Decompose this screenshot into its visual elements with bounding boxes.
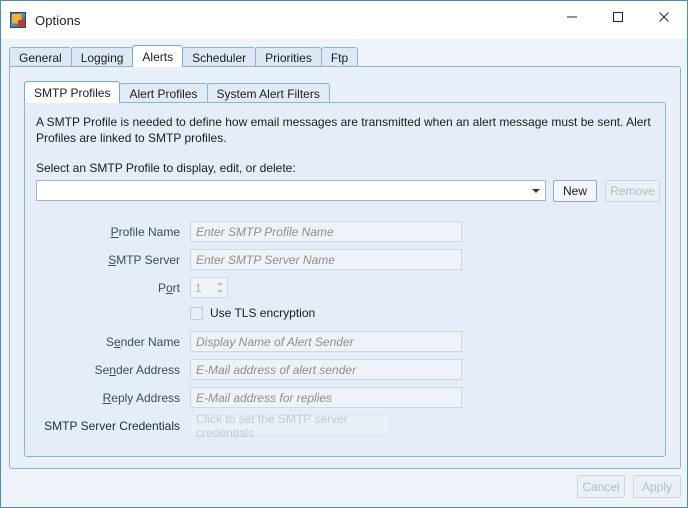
form-row-port: Port 1 — [25, 277, 667, 305]
port-stepper[interactable]: 1 — [190, 277, 228, 298]
form-row-credentials: SMTP Server Credentials Click to set the… — [25, 412, 667, 443]
options-window: Options General Logging Alerts Scheduler… — [0, 0, 688, 508]
description-text: A SMTP Profile is needed to define how e… — [36, 115, 651, 145]
reply-address-input[interactable]: E-Mail address for replies — [190, 387, 462, 408]
use-tls-checkbox[interactable] — [190, 307, 203, 320]
profile-name-input[interactable]: Enter SMTP Profile Name — [190, 221, 462, 242]
tab-ftp[interactable]: Ftp — [320, 47, 359, 67]
remove-button[interactable]: Remove — [605, 180, 660, 202]
alerts-inner-tabstrip: SMTP Profiles Alert Profiles System Aler… — [24, 81, 666, 103]
titlebar: Options — [1, 1, 687, 39]
smtp-server-label: SMTP Server — [108, 253, 180, 267]
reply-address-label: Reply Address — [102, 391, 180, 405]
form-row-profile-name: Profile Name Enter SMTP Profile Name — [25, 221, 667, 249]
window-title: Options — [35, 12, 81, 28]
stepper-up-icon[interactable] — [216, 281, 223, 285]
close-icon[interactable] — [641, 1, 687, 33]
maximize-icon[interactable] — [595, 1, 641, 33]
profile-name-label: Profile Name — [110, 225, 180, 239]
alerts-tab-page: SMTP Profiles Alert Profiles System Aler… — [9, 66, 681, 469]
tab-scheduler[interactable]: Scheduler — [182, 47, 257, 67]
tab-alerts[interactable]: Alerts — [132, 45, 184, 67]
window-controls — [549, 1, 687, 33]
port-label: Port — [157, 281, 180, 295]
form-row-tls: Use TLS encryption — [25, 305, 667, 331]
set-credentials-button[interactable]: Click to set the SMTP server credentials — [190, 412, 390, 440]
sender-address-label: Sender Address — [94, 363, 180, 377]
new-button[interactable]: New — [553, 180, 597, 202]
cancel-button[interactable]: Cancel — [577, 475, 625, 498]
minimize-icon[interactable] — [549, 1, 595, 33]
port-value: 1 — [195, 280, 202, 295]
sender-name-input[interactable]: Display Name of Alert Sender — [190, 331, 462, 352]
chevron-down-icon[interactable] — [532, 188, 540, 193]
credentials-label: SMTP Server Credentials — [44, 419, 180, 433]
sender-name-label: Sender Name — [105, 335, 180, 349]
tab-alert-profiles[interactable]: Alert Profiles — [119, 83, 208, 103]
form-row-smtp-server: SMTP Server Enter SMTP Server Name — [25, 249, 667, 277]
tab-logging[interactable]: Logging — [70, 47, 134, 67]
apply-button[interactable]: Apply — [633, 475, 681, 498]
tab-priorities[interactable]: Priorities — [255, 47, 322, 67]
smtp-profile-combobox[interactable] — [36, 180, 546, 201]
tab-smtp-profiles[interactable]: SMTP Profiles — [24, 81, 121, 103]
app-icon — [10, 12, 26, 28]
tab-system-alert-filters[interactable]: System Alert Filters — [206, 83, 330, 103]
smtp-form: Profile Name Enter SMTP Profile Name SMT… — [25, 221, 667, 443]
use-tls-label: Use TLS encryption — [210, 306, 316, 320]
tab-general[interactable]: General — [9, 47, 72, 67]
stepper-arrows-icon[interactable] — [214, 279, 225, 296]
form-row-sender-address: Sender Address E-Mail address of alert s… — [25, 359, 667, 387]
sender-address-input[interactable]: E-Mail address of alert sender — [190, 359, 462, 380]
main-tabstrip: General Logging Alerts Scheduler Priorit… — [9, 45, 681, 67]
stepper-down-icon[interactable] — [216, 290, 223, 294]
select-profile-label: Select an SMTP Profile to display, edit,… — [36, 161, 296, 175]
smtp-profiles-page: A SMTP Profile is needed to define how e… — [24, 102, 666, 457]
form-row-sender-name: Sender Name Display Name of Alert Sender — [25, 331, 667, 359]
smtp-server-input[interactable]: Enter SMTP Server Name — [190, 249, 462, 270]
